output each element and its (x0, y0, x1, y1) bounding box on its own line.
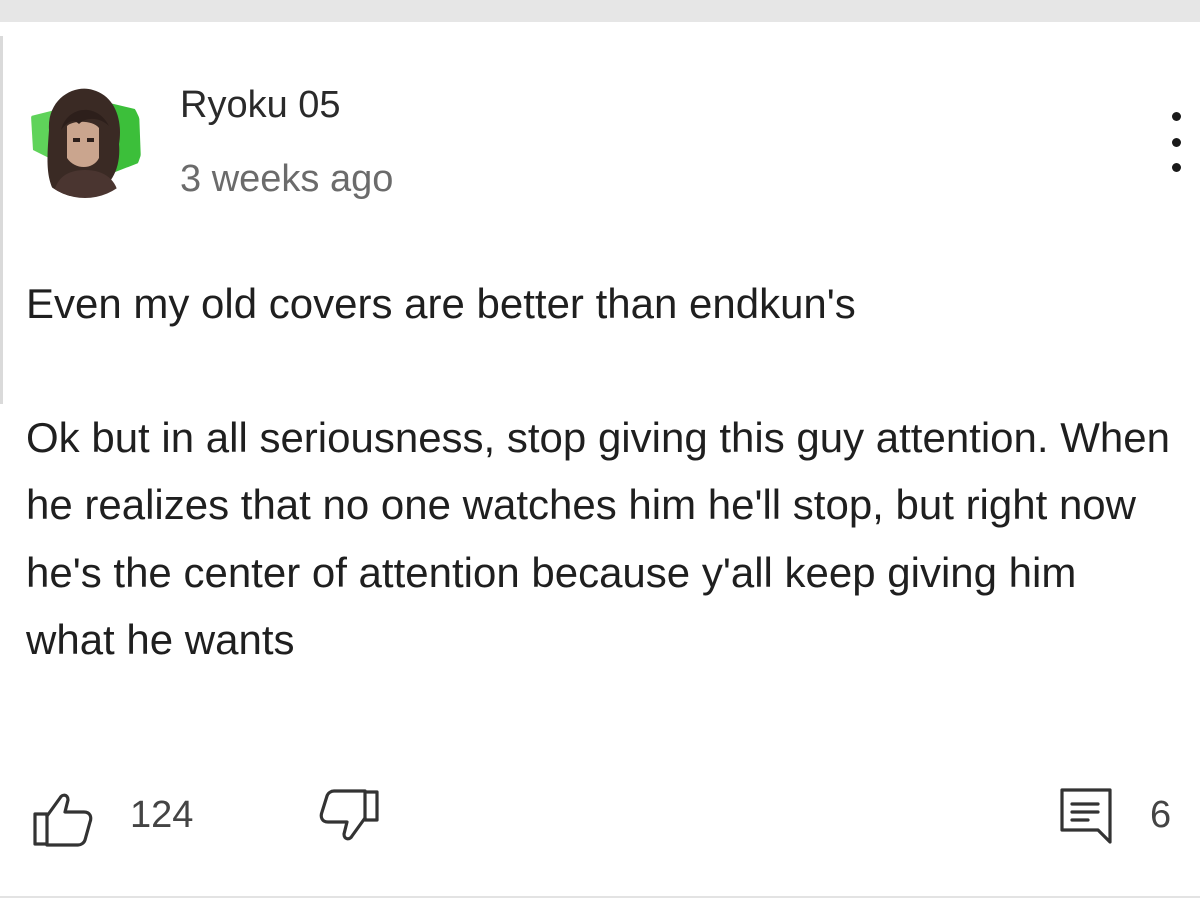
avatar-image (27, 81, 143, 198)
comment-paragraph: Even my old covers are better than endku… (26, 280, 856, 327)
comment-timestamp[interactable]: 3 weeks ago (180, 158, 393, 201)
menu-dot (1171, 112, 1181, 121)
comment-card: Ryoku 05 3 weeks ago Even my old covers … (0, 0, 1200, 878)
comment-action-bar: 124 6 (0, 780, 1200, 850)
menu-dot (1171, 137, 1181, 147)
thumbs-down-icon[interactable] (316, 788, 382, 848)
comment-body: Even my old covers are better than endku… (26, 270, 1176, 673)
comment-paragraph: Ok but in all seriousness, stop giving t… (26, 414, 1170, 663)
reply-count: 6 (1150, 794, 1172, 836)
comment-reply-icon[interactable] (1056, 784, 1118, 848)
bottom-divider (0, 896, 1200, 898)
thumbs-down-glyph (319, 789, 379, 841)
menu-dot (1171, 163, 1181, 172)
comment-author[interactable]: Ryoku 05 (180, 84, 341, 127)
reply-glyph (1060, 788, 1112, 844)
more-vertical-icon[interactable] (1156, 112, 1196, 172)
thumbs-up-glyph (33, 793, 93, 847)
avatar[interactable] (27, 80, 143, 198)
like-count: 124 (130, 794, 194, 836)
thumbs-up-icon[interactable] (30, 788, 96, 848)
